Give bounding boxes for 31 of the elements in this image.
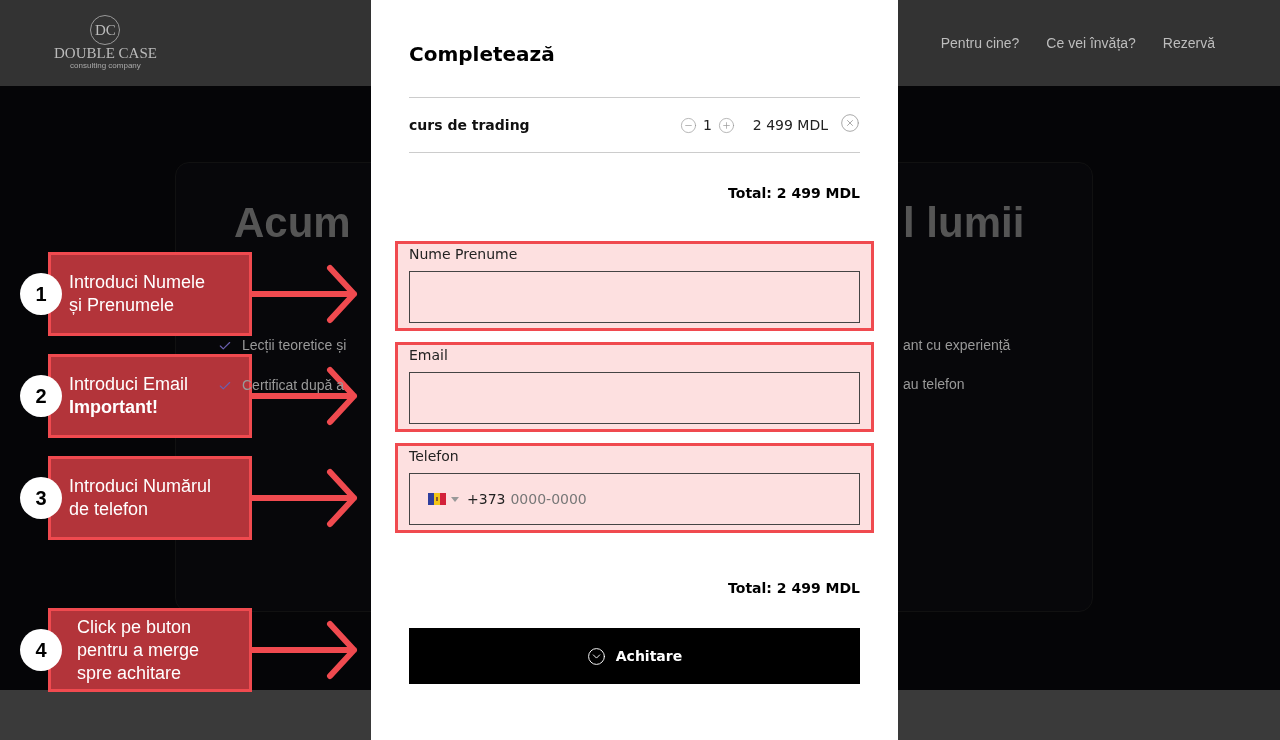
step-number: 2 xyxy=(20,375,62,417)
modal-title: Completează xyxy=(409,41,556,67)
nav-link[interactable]: Ce vei învăța? xyxy=(1046,32,1136,54)
callout-text: Introduci Email Important! xyxy=(69,373,189,419)
step-number: 1 xyxy=(20,273,62,315)
feature-text: Lecții teoretice și xyxy=(242,336,347,355)
product-price: 2 499 MDL xyxy=(752,115,828,135)
nav-link[interactable]: Pentru cine? xyxy=(940,32,1020,54)
total-text: Total: 2 499 MDL xyxy=(728,579,860,598)
feature-text: ant cu experiență xyxy=(903,336,1012,355)
callout-text: Click pe buton pentru a merge spre achitare xyxy=(77,615,200,685)
product-name: curs de trading xyxy=(409,115,531,135)
step-number: 3 xyxy=(20,477,62,519)
callout-text: Introduci Numele și Prenumele xyxy=(69,271,206,317)
phone-field[interactable]: +373 0000-0000 xyxy=(409,473,860,525)
quantity: 1 xyxy=(702,115,712,135)
logo-name: DOUBLE CASE xyxy=(54,45,157,61)
field-label: Telefon xyxy=(409,447,460,466)
callout-text: Introduci Numărul de telefon xyxy=(69,475,212,521)
total-text: Total: 2 499 MDL xyxy=(728,184,860,203)
field-label: Email xyxy=(409,346,449,365)
feature-text: au telefon xyxy=(903,375,966,394)
field-label: Nume Prenume xyxy=(409,245,519,264)
dial-code: +373 xyxy=(467,489,506,509)
hero-heading: Acum xyxy=(234,198,352,248)
step-number: 4 xyxy=(20,629,62,671)
logo-tagline: consulting company xyxy=(70,61,141,71)
pay-button[interactable]: Achitare xyxy=(409,628,860,684)
nav-link[interactable]: Rezervă xyxy=(1162,32,1215,54)
phone-number-input[interactable]: 0000-0000 xyxy=(510,488,711,510)
hero-heading: l lumii xyxy=(903,198,1026,248)
